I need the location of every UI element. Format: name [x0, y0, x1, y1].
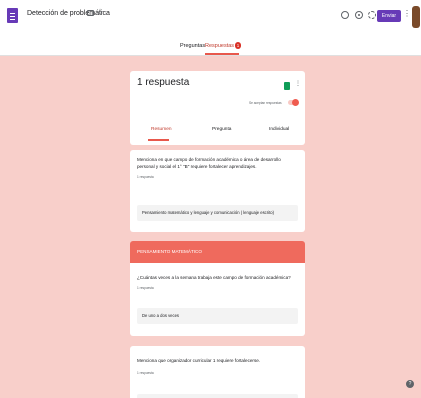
responses-count-title: 1 respuesta — [137, 77, 190, 88]
tab-respuestas[interactable]: Respuestas — [205, 43, 234, 49]
subtab-resumen[interactable]: Resumen — [151, 127, 172, 132]
sheets-icon[interactable] — [284, 82, 290, 90]
question-title: Menciona que organizador curricular 1 re… — [137, 358, 261, 363]
response-count: 1 respuesta — [137, 175, 154, 179]
top-bar: Detección de problemática ☆ Enviar ⋮ — [0, 0, 421, 34]
active-tab-indicator — [205, 53, 239, 55]
send-button[interactable]: Enviar — [377, 10, 401, 22]
active-subtab-indicator — [148, 139, 169, 141]
question-title: ¿Cuántas veces a la semana trabaja este … — [137, 275, 291, 280]
answer-text: Pensamiento matemático y lenguaje y comu… — [142, 210, 274, 215]
more-vert-icon[interactable]: ⋮ — [403, 10, 411, 18]
responses-summary-card: 1 respuesta ⋮ Se aceptan respuestas Resu… — [130, 71, 305, 145]
question-card: Menciona en que campo de formación acadé… — [130, 150, 305, 232]
accepting-responses-toggle[interactable] — [288, 99, 299, 106]
section-title: PENSAMIENTO MATEMÁTICO — [137, 249, 202, 254]
answer-box: Pensamiento matemático y lenguaje y comu… — [137, 205, 298, 221]
subtab-pregunta[interactable]: Pregunta — [212, 127, 231, 132]
question-card: Menciona que organizador curricular 1 re… — [130, 346, 305, 398]
responses-count-badge: 1 — [235, 42, 241, 49]
star-icon[interactable]: ☆ — [96, 7, 104, 18]
answer-box: De uno a dos veces — [137, 308, 298, 324]
answer-box — [137, 394, 298, 398]
settings-icon[interactable] — [368, 11, 376, 19]
section-header: PENSAMIENTO MATEMÁTICO — [130, 241, 305, 263]
subtab-individual[interactable]: Individual — [269, 127, 289, 132]
question-card: ¿Cuántas veces a la semana trabaja este … — [130, 263, 305, 336]
form-tabs: Preguntas Respuestas 1 — [0, 34, 421, 56]
question-title: Menciona en que campo de formación acadé… — [137, 157, 281, 169]
more-vert-icon[interactable]: ⋮ — [295, 80, 301, 87]
avatar[interactable] — [412, 6, 420, 28]
tab-preguntas[interactable]: Preguntas — [180, 43, 205, 49]
help-icon[interactable]: ? — [406, 380, 414, 388]
folder-icon[interactable] — [87, 10, 94, 16]
accepting-responses-label: Se aceptan respuestas — [249, 101, 282, 105]
palette-icon[interactable] — [341, 11, 349, 19]
preview-eye-icon[interactable] — [355, 11, 363, 19]
answer-text: De uno a dos veces — [142, 313, 180, 318]
response-count: 1 respuesta — [137, 371, 154, 375]
forms-doc-icon[interactable] — [7, 8, 18, 23]
response-count: 1 respuesta — [137, 286, 154, 290]
